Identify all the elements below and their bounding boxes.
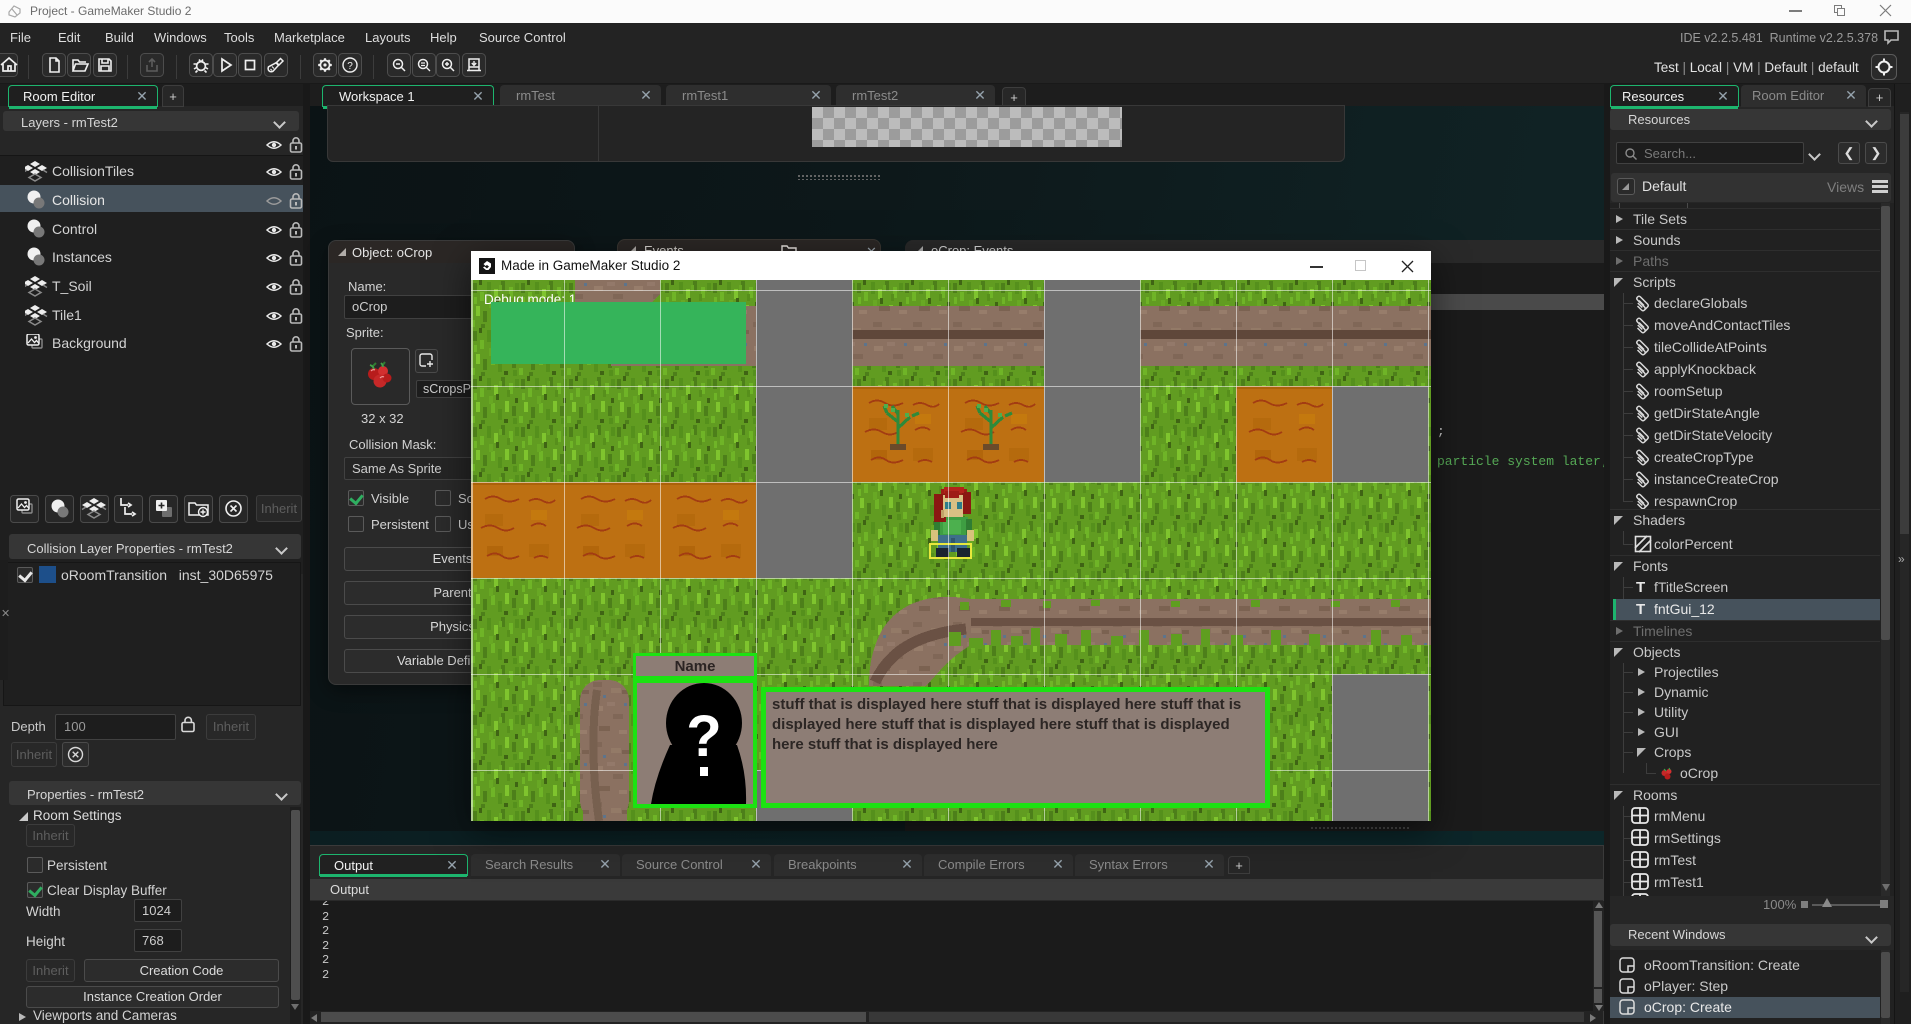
svg-text:?: ?	[686, 704, 721, 769]
svg-text:?: ?	[347, 61, 353, 72]
